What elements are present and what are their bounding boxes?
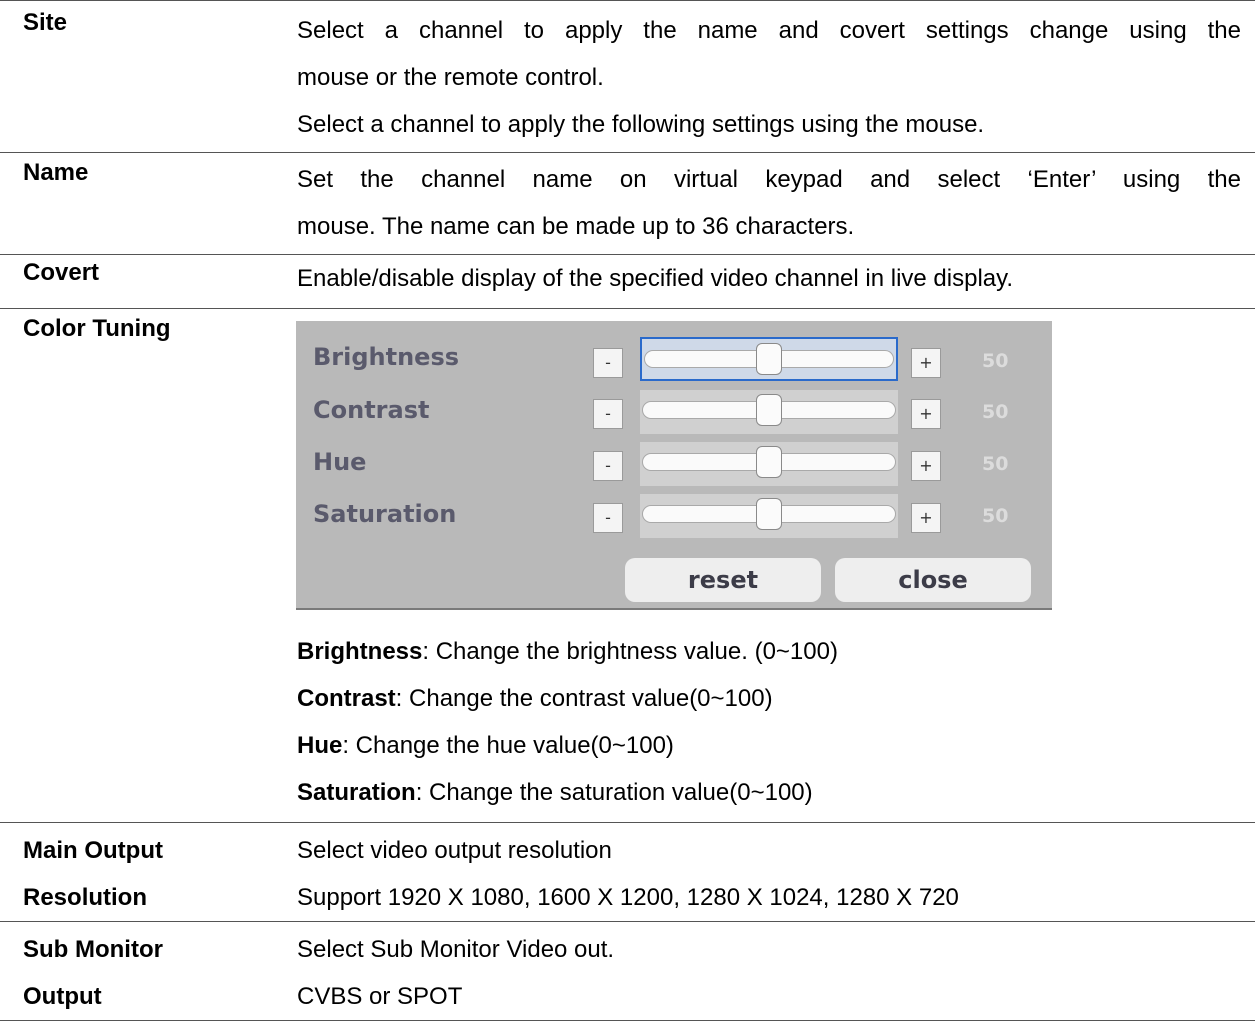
term-name: Name <box>23 159 89 186</box>
saturation-slider[interactable] <box>640 494 898 538</box>
saturation-minus-button[interactable]: - <box>593 503 623 533</box>
settings-table: Site Select a channel to apply the name … <box>0 0 1255 1021</box>
contrast-minus-button[interactable]: - <box>593 399 623 429</box>
row-main-output: Main Output Resolution Select video outp… <box>0 822 1255 921</box>
note-key: Contrast <box>297 685 396 712</box>
slider-thumb[interactable] <box>756 343 782 375</box>
desc-line: mouse or the remote control. <box>297 64 604 91</box>
brightness-label: Brightness <box>313 343 460 371</box>
note-key: Brightness <box>297 638 423 665</box>
term-sub-monitor: Sub Monitor Output <box>23 926 163 1020</box>
hue-minus-button[interactable]: - <box>593 451 623 481</box>
desc-line: mouse. The name can be made up to 36 cha… <box>297 213 855 240</box>
term-line: Sub Monitor <box>23 936 163 963</box>
term-line: Output <box>23 983 102 1010</box>
desc-sub-monitor: Select Sub Monitor Video out. CVBS or SP… <box>297 926 1241 1020</box>
reset-button[interactable]: reset <box>625 558 821 602</box>
slider-thumb[interactable] <box>756 394 782 426</box>
desc-line: Select video output resolution <box>297 837 612 864</box>
term-line: Main Output <box>23 837 163 864</box>
close-button[interactable]: close <box>835 558 1031 602</box>
brightness-slider[interactable] <box>640 337 898 381</box>
hue-plus-button[interactable]: + <box>911 451 941 481</box>
note-text: : Change the hue value(0~100) <box>342 732 674 759</box>
note-contrast: Contrast: Change the contrast value(0~10… <box>297 675 1241 722</box>
term-covert: Covert <box>23 259 100 286</box>
color-tuning-panel: Brightness - + 50 Contrast - + 50 Hue - <box>296 321 1052 610</box>
contrast-slider[interactable] <box>640 390 898 434</box>
brightness-minus-button[interactable]: - <box>593 348 623 378</box>
brightness-value: 50 <box>982 350 1009 372</box>
desc-line: Select a channel to apply the name and c… <box>297 17 1241 44</box>
row-color-tuning: Color Tuning Brightness - + 50 Contrast … <box>0 308 1255 822</box>
desc-covert: Enable/disable display of the specified … <box>297 255 1241 302</box>
desc-line: Select Sub Monitor Video out. <box>297 936 615 963</box>
contrast-plus-button[interactable]: + <box>911 399 941 429</box>
desc-line: Support 1920 X 1080, 1600 X 1200, 1280 X… <box>297 884 959 911</box>
desc-line: Select a channel to apply the following … <box>297 111 985 138</box>
row-site: Site Select a channel to apply the name … <box>0 0 1255 152</box>
note-text: : Change the saturation value(0~100) <box>415 779 813 806</box>
hue-label: Hue <box>313 448 367 476</box>
row-name: Name Set the channel name on virtual key… <box>0 152 1255 254</box>
saturation-plus-button[interactable]: + <box>911 503 941 533</box>
desc-line: Set the channel name on virtual keypad a… <box>297 166 1241 193</box>
brightness-plus-button[interactable]: + <box>911 348 941 378</box>
term-main-output: Main Output Resolution <box>23 827 163 921</box>
row-sub-monitor: Sub Monitor Output Select Sub Monitor Vi… <box>0 921 1255 1021</box>
desc-line: Enable/disable display of the specified … <box>297 265 1014 292</box>
desc-name: Set the channel name on virtual keypad a… <box>297 156 1241 250</box>
note-saturation: Saturation: Change the saturation value(… <box>297 769 1241 816</box>
note-text: : Change the brightness value. (0~100) <box>422 638 838 665</box>
desc-line: CVBS or SPOT <box>297 983 463 1010</box>
note-key: Saturation <box>297 779 416 806</box>
note-brightness: Brightness: Change the brightness value.… <box>297 628 1241 675</box>
color-tuning-notes: Brightness: Change the brightness value.… <box>297 628 1241 816</box>
hue-slider[interactable] <box>640 442 898 486</box>
note-key: Hue <box>297 732 343 759</box>
desc-site: Select a channel to apply the name and c… <box>297 7 1241 148</box>
hue-value: 50 <box>982 453 1009 475</box>
saturation-value: 50 <box>982 505 1009 527</box>
term-line: Resolution <box>23 884 147 911</box>
term-site: Site <box>23 9 68 36</box>
note-hue: Hue: Change the hue value(0~100) <box>297 722 1241 769</box>
slider-thumb[interactable] <box>756 446 782 478</box>
saturation-label: Saturation <box>313 500 457 528</box>
slider-thumb[interactable] <box>756 498 782 530</box>
desc-main-output: Select video output resolution Support 1… <box>297 827 1241 921</box>
term-color-tuning: Color Tuning <box>23 315 171 342</box>
contrast-value: 50 <box>982 401 1009 423</box>
row-covert: Covert Enable/disable display of the spe… <box>0 254 1255 308</box>
contrast-label: Contrast <box>313 396 430 424</box>
note-text: : Change the contrast value(0~100) <box>395 685 773 712</box>
